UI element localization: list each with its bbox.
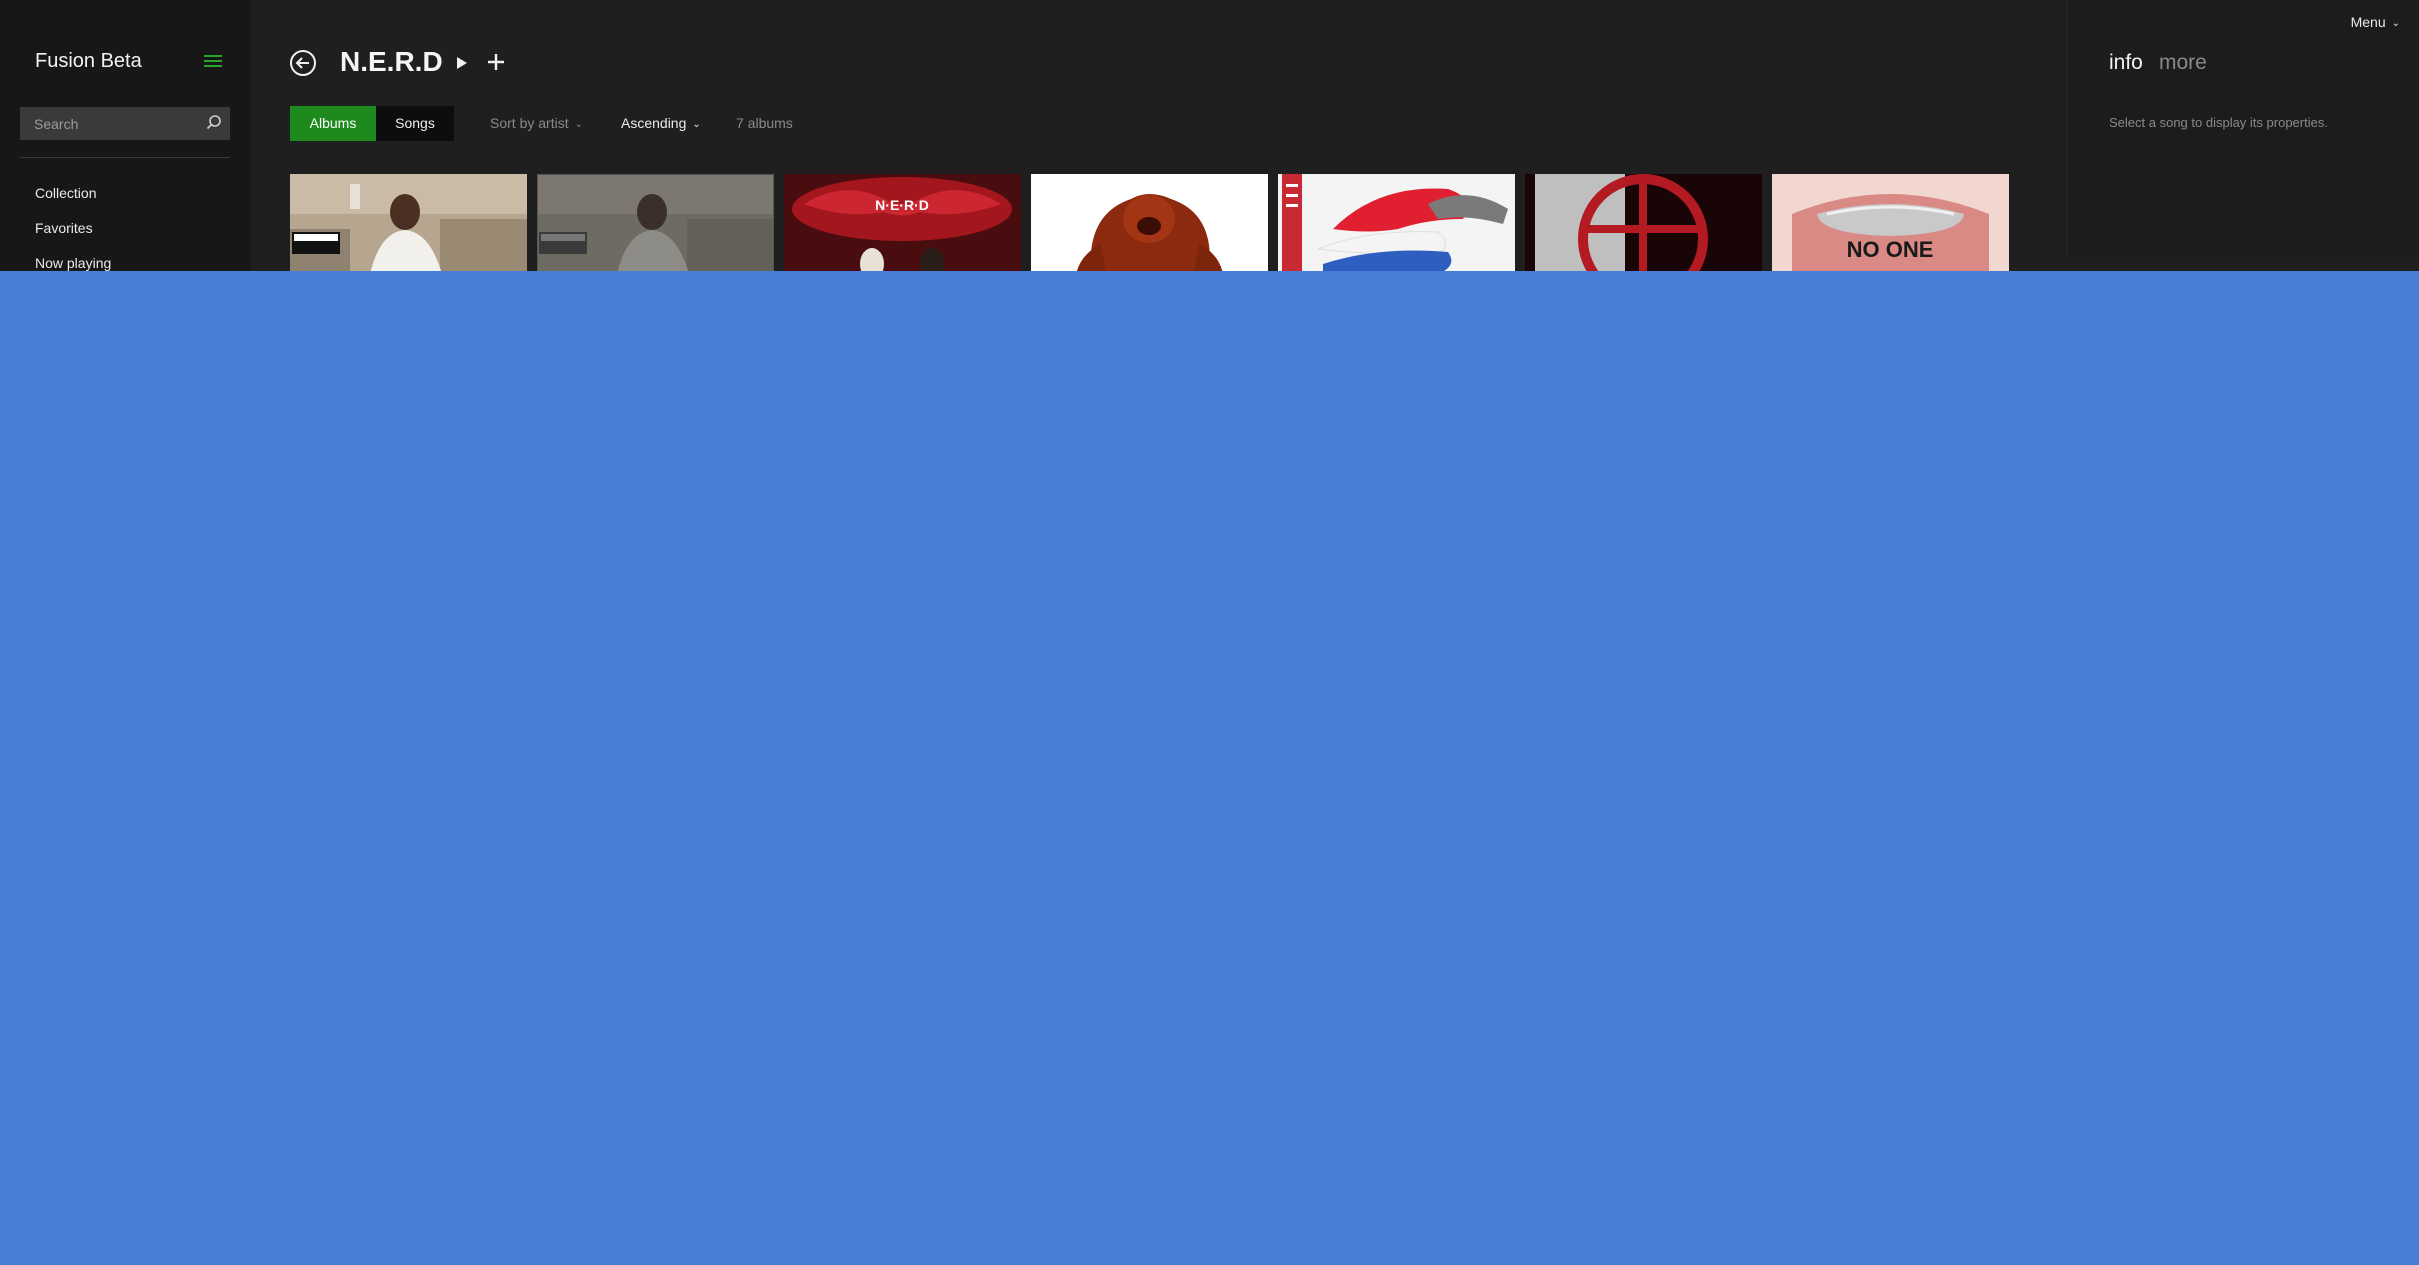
tab-info[interactable]: info [2109, 51, 2143, 75]
album-tile[interactable] [1031, 174, 1268, 271]
search-icon[interactable] [196, 107, 230, 140]
album-art-text: NO ONE [1847, 237, 1934, 262]
album-tile[interactable] [537, 174, 774, 271]
chevron-down-icon: ⌄ [692, 119, 701, 130]
album-count: 7 albums [736, 115, 793, 131]
tab-albums[interactable]: Albums [290, 106, 376, 141]
info-pane: Menu ⌄ info more Select a song to display… [2067, 0, 2419, 256]
album-tile[interactable] [1525, 174, 1762, 271]
album-tile[interactable]: NO ONE [1772, 174, 2009, 271]
hamburger-menu-icon[interactable] [204, 55, 222, 69]
tab-songs[interactable]: Songs [376, 106, 454, 141]
menu-button[interactable]: Menu ⌄ [2351, 14, 2400, 30]
search-input[interactable] [20, 107, 196, 140]
sort-label: Sort by artist [490, 115, 569, 131]
app-window: Fusion Beta Collection Favorites Now pla… [0, 0, 2419, 271]
order-label: Ascending [621, 115, 687, 131]
play-icon[interactable] [453, 53, 471, 73]
sidebar-item-collection[interactable]: Collection [35, 185, 96, 201]
page-title: N.E.R.D [340, 46, 443, 77]
tab-more[interactable]: more [2159, 51, 2207, 75]
sidebar-divider [20, 157, 230, 158]
album-tile[interactable]: N·E·R·D [784, 174, 1021, 271]
back-icon[interactable] [289, 49, 317, 77]
album-art-text: N·E·R·D [875, 197, 929, 213]
album-grid: N·E·R·D NO ONE [290, 174, 2090, 271]
album-tile[interactable] [1278, 174, 1515, 271]
search-box [20, 107, 230, 140]
menu-label: Menu [2350, 14, 2386, 30]
order-dropdown[interactable]: Ascending ⌄ [621, 115, 701, 131]
sidebar-item-now-playing[interactable]: Now playing [35, 255, 111, 271]
chevron-down-icon: ⌄ [2391, 18, 2400, 29]
chevron-down-icon: ⌄ [574, 119, 583, 130]
album-tile[interactable] [290, 174, 527, 271]
info-placeholder-text: Select a song to display its properties. [2109, 115, 2328, 130]
add-icon[interactable] [485, 51, 507, 73]
sidebar-item-favorites[interactable]: Favorites [35, 220, 93, 236]
app-title: Fusion Beta [35, 50, 142, 72]
sort-dropdown[interactable]: Sort by artist ⌄ [490, 115, 583, 131]
sidebar: Fusion Beta Collection Favorites Now pla… [0, 0, 250, 271]
